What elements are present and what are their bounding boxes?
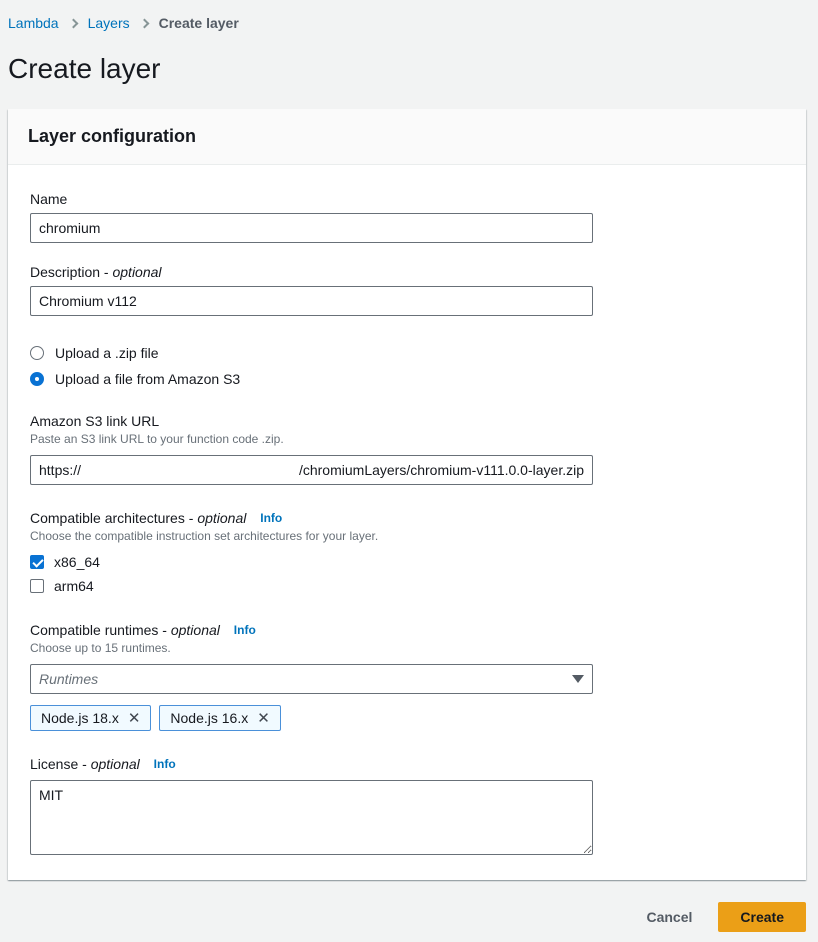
breadcrumb: Lambda Layers Create layer	[8, 15, 806, 31]
checkbox-icon[interactable]	[30, 579, 44, 593]
s3-url-field-group: Amazon S3 link URL Paste an S3 link URL …	[30, 413, 784, 485]
radio-icon[interactable]	[30, 346, 44, 360]
runtimes-label-text: Compatible runtimes	[30, 622, 158, 638]
checkbox-arm64[interactable]: arm64	[30, 578, 784, 594]
description-label: Descriptionoptional	[30, 264, 784, 280]
panel-body: Name Descriptionoptional Upload a .zip f…	[8, 165, 806, 880]
name-input[interactable]	[30, 213, 593, 243]
checkbox-x86-64[interactable]: x86_64	[30, 554, 784, 570]
checkbox-x86-64-label: x86_64	[54, 554, 100, 570]
architectures-hint: Choose the compatible instruction set ar…	[30, 529, 784, 543]
license-info-link[interactable]: Info	[154, 757, 176, 771]
runtime-token-label: Node.js 18.x	[41, 710, 119, 726]
layer-configuration-panel: Layer configuration Name Descriptionopti…	[8, 109, 806, 880]
panel-header: Layer configuration	[8, 109, 806, 165]
runtime-token-nodejs18: Node.js 18.x	[30, 705, 151, 731]
breadcrumb-current: Create layer	[159, 15, 239, 31]
breadcrumb-lambda[interactable]: Lambda	[8, 15, 59, 31]
footer-actions: Cancel Create	[8, 902, 806, 942]
s3-url-suffix: /chromiumLayers/chromium-v111.0.0-layer.…	[299, 462, 584, 478]
s3-url-label: Amazon S3 link URL	[30, 413, 784, 429]
optional-suffix: optional	[78, 756, 140, 772]
license-label-text: License	[30, 756, 78, 772]
runtimes-label: Compatible runtimesoptional Info	[30, 622, 784, 638]
cancel-button[interactable]: Cancel	[646, 909, 692, 925]
page-title: Create layer	[8, 53, 806, 85]
dismiss-token-icon[interactable]	[257, 711, 270, 726]
checkbox-checked-icon[interactable]	[30, 555, 44, 569]
architectures-label-text: Compatible architectures	[30, 510, 185, 526]
radio-upload-s3-label: Upload a file from Amazon S3	[55, 371, 240, 387]
s3-url-hint: Paste an S3 link URL to your function co…	[30, 432, 784, 446]
radio-upload-s3[interactable]: Upload a file from Amazon S3	[30, 371, 784, 387]
architectures-info-link[interactable]: Info	[260, 511, 282, 525]
chevron-right-icon	[139, 18, 149, 28]
license-textarea[interactable]: MIT	[30, 780, 593, 855]
radio-upload-zip[interactable]: Upload a .zip file	[30, 345, 784, 361]
name-field-group: Name	[30, 191, 784, 243]
s3-url-prefix: https://	[39, 462, 81, 478]
architectures-label: Compatible architecturesoptional Info	[30, 510, 784, 526]
description-input[interactable]	[30, 286, 593, 316]
create-button[interactable]: Create	[718, 902, 806, 932]
runtimes-select[interactable]: Runtimes	[30, 664, 593, 694]
license-field-group: Licenseoptional Info MIT	[30, 756, 784, 858]
panel-title: Layer configuration	[28, 126, 786, 147]
runtime-token-nodejs16: Node.js 16.x	[159, 705, 280, 731]
optional-suffix: optional	[185, 510, 247, 526]
name-label: Name	[30, 191, 784, 207]
license-label: Licenseoptional Info	[30, 756, 784, 772]
radio-upload-zip-label: Upload a .zip file	[55, 345, 159, 361]
s3-url-input[interactable]: https:// /chromiumLayers/chromium-v111.0…	[30, 455, 593, 485]
radio-selected-icon[interactable]	[30, 372, 44, 386]
optional-suffix: optional	[158, 622, 220, 638]
upload-source-radio-group: Upload a .zip file Upload a file from Am…	[30, 345, 784, 387]
optional-suffix: optional	[100, 264, 162, 280]
breadcrumb-layers[interactable]: Layers	[88, 15, 130, 31]
page: Lambda Layers Create layer Create layer …	[0, 0, 818, 942]
runtime-token-label: Node.js 16.x	[170, 710, 248, 726]
description-label-text: Description	[30, 264, 100, 280]
runtimes-info-link[interactable]: Info	[234, 623, 256, 637]
caret-down-icon	[572, 675, 584, 683]
dismiss-token-icon[interactable]	[128, 711, 141, 726]
description-field-group: Descriptionoptional	[30, 264, 784, 316]
runtimes-select-placeholder: Runtimes	[39, 671, 98, 687]
chevron-right-icon	[68, 18, 78, 28]
runtimes-hint: Choose up to 15 runtimes.	[30, 641, 784, 655]
architectures-field-group: Compatible architecturesoptional Info Ch…	[30, 510, 784, 594]
runtime-token-list: Node.js 18.x Node.js 16.x	[30, 705, 784, 731]
checkbox-arm64-label: arm64	[54, 578, 94, 594]
runtimes-field-group: Compatible runtimesoptional Info Choose …	[30, 622, 784, 731]
